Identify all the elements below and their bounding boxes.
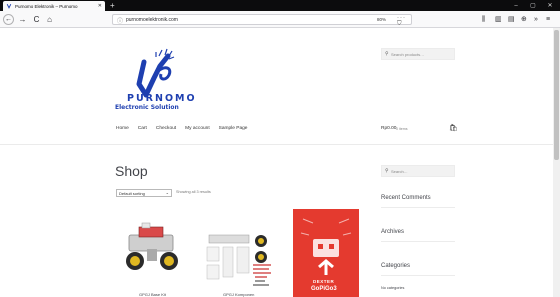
product-image-gopigo[interactable]: DEXTER GoPiGo3 — [293, 209, 359, 297]
home-button[interactable]: ⌂ — [44, 14, 55, 25]
extension-icon[interactable]: ⊕ — [521, 14, 527, 25]
reload-button[interactable]: C — [31, 14, 42, 25]
sort-select[interactable]: Default sorting ⌄ — [116, 189, 172, 197]
result-count: Showing all 3 results — [176, 190, 211, 194]
zoom-level[interactable]: 80% — [377, 17, 386, 22]
shopping-bag-icon[interactable]: 🛍︎ — [449, 124, 458, 132]
nav-checkout[interactable]: Checkout — [156, 126, 176, 131]
tab-close-icon[interactable]: ✕ — [98, 3, 102, 9]
nav-cart[interactable]: Cart — [138, 126, 147, 131]
page-scrollbar[interactable] — [553, 28, 560, 297]
library-icon[interactable]: ⫼ — [482, 14, 485, 25]
brand-tagline: Electronic Solution — [115, 104, 179, 111]
forward-button[interactable]: → — [17, 14, 28, 25]
url-text[interactable]: purnomoelektronik.com — [126, 17, 178, 23]
sidebar-search-input[interactable]: ⚲ Search… — [381, 165, 455, 177]
browser-titlebar: Purnomo Elektronik – Purnomo ✕ + – ▢ ✕ — [0, 0, 560, 11]
widget-divider — [381, 241, 455, 242]
widget-archives: Archives — [381, 229, 405, 235]
widget-recent-comments: Recent Comments — [381, 195, 431, 201]
browser-tab-active[interactable]: Purnomo Elektronik – Purnomo ✕ — [3, 1, 105, 11]
main-navigation: Home Cart Checkout My account Sample Pag… — [116, 126, 247, 131]
product-name-components[interactable]: GPGJ Komponen — [223, 292, 254, 297]
widget-divider — [381, 275, 455, 276]
cart-item-count[interactable]: 0 items — [396, 127, 408, 131]
tab-title: Purnomo Elektronik – Purnomo — [15, 3, 78, 9]
scrollbar-thumb[interactable] — [554, 30, 559, 160]
close-window-button[interactable]: ✕ — [542, 0, 558, 11]
widget-categories: Categories — [381, 263, 411, 269]
menu-icon[interactable]: ≡ — [546, 14, 550, 25]
nav-my-account[interactable]: My account — [185, 126, 210, 131]
product-image-components[interactable] — [203, 233, 275, 289]
brand-name: PURNOMO — [127, 93, 197, 104]
widget-divider — [381, 207, 455, 208]
product-name-gopigo: GoPiGo3 — [311, 286, 337, 292]
site-favicon-icon — [6, 3, 12, 9]
nav-sample-page[interactable]: Sample Page — [219, 126, 248, 131]
chevron-down-icon: ⌄ — [165, 190, 169, 195]
product-search-input[interactable]: ⚲ Search products… — [381, 48, 455, 60]
sort-selected-value: Default sorting — [119, 191, 145, 196]
cart-total[interactable]: Rp0.00 — [381, 126, 396, 131]
search-icon: ⚲ — [385, 51, 389, 57]
reader-icon[interactable]: ▤ — [508, 14, 515, 25]
product-search-placeholder: Search products… — [391, 52, 425, 57]
header-divider — [0, 144, 553, 145]
url-bar[interactable]: ⓘ purnomoelektronik.com 80% ··· ⛉ ☆ — [112, 14, 412, 35]
browser-navbar: ← → C ⌂ ⓘ purnomoelektronik.com 80% ··· … — [0, 11, 560, 35]
category-item: No categories — [381, 286, 405, 290]
site-info-icon[interactable]: ⓘ — [117, 16, 123, 25]
maximize-button[interactable]: ▢ — [525, 0, 541, 11]
back-button[interactable]: ← — [3, 14, 14, 25]
product-name-base-kit[interactable]: GPGJ Base Kit — [139, 292, 166, 297]
sidebar-icon[interactable]: ▥ — [495, 14, 502, 25]
overflow-icon[interactable]: » — [534, 14, 538, 25]
product-image-base-kit[interactable] — [117, 219, 187, 279]
new-tab-button[interactable]: + — [110, 0, 115, 11]
search-icon: ⚲ — [385, 168, 389, 174]
page-title: Shop — [115, 163, 148, 179]
nav-home[interactable]: Home — [116, 126, 129, 131]
web-page: PURNOMO Electronic Solution ⚲ Search pro… — [0, 28, 553, 297]
minimize-button[interactable]: – — [508, 0, 524, 11]
sidebar-search-placeholder: Search… — [391, 169, 408, 174]
gopigo-box-logo: DEXTER — [313, 279, 335, 284]
